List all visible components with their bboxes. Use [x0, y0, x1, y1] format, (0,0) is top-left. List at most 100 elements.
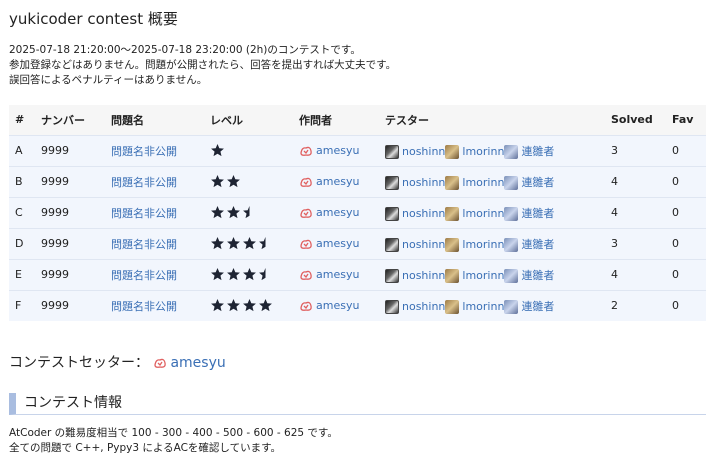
problem-id: E [15, 268, 22, 281]
page: yukicoder contest 概要 2025-07-18 21:20:00… [0, 9, 718, 456]
star-icon [211, 143, 224, 157]
tester-avatar [504, 237, 519, 252]
tester-link[interactable]: noshinn [402, 238, 445, 251]
problem-number: 9999 [41, 206, 69, 219]
col-header-solved: Solved [611, 113, 653, 127]
author-link[interactable]: amesyu [316, 175, 359, 188]
table-header-row: # ナンバー 問題名 レベル 作問者 テスター Solved Fav [9, 105, 706, 135]
tester-link[interactable]: noshinn [402, 145, 445, 158]
table-row: A 9999 問題名非公開 amesyu noshinn lmorinn 連雛者 3 0 [9, 135, 706, 166]
tester-avatar [445, 268, 460, 283]
tester-link[interactable]: lmorinn [462, 300, 504, 313]
level-stars [210, 174, 241, 189]
info-line: 誤回答によるペナルティーはありません。 [9, 74, 208, 86]
author-link[interactable]: amesyu [316, 237, 359, 250]
star-icon [211, 299, 224, 312]
setter-label: コンテストセッター： [9, 355, 149, 371]
star-icon [227, 205, 240, 219]
tester-avatar [385, 268, 399, 283]
tester-link[interactable]: lmorinn [462, 238, 504, 251]
tester-link[interactable]: noshinn [402, 300, 445, 313]
star-icon [227, 267, 240, 281]
tester-avatar [385, 237, 399, 252]
tester-link[interactable]: 連雛者 [521, 145, 554, 158]
problem-name-link[interactable]: 問題名非公開 [111, 238, 177, 251]
author-link[interactable]: amesyu [316, 206, 359, 219]
col-header-fav: Fav [672, 113, 694, 127]
problem-number: 9999 [41, 237, 69, 250]
half-star-icon [258, 267, 273, 282]
problem-name-link[interactable]: 問題名非公開 [111, 300, 177, 313]
tester-avatar [445, 237, 460, 252]
page-title: yukicoder contest 概要 [9, 10, 178, 28]
level-stars [210, 205, 257, 220]
problem-name-link[interactable]: 問題名非公開 [111, 145, 177, 158]
tester-link[interactable]: 連雛者 [521, 269, 554, 282]
author-link[interactable]: amesyu [316, 299, 359, 312]
problem-name-link[interactable]: 問題名非公開 [111, 176, 177, 189]
tester-avatar [445, 144, 460, 159]
solved-count: 4 [611, 268, 618, 281]
tester-avatar [504, 206, 519, 221]
tester-avatar [504, 175, 519, 190]
col-header-level: レベル [210, 113, 243, 127]
solved-count: 3 [611, 237, 618, 250]
problem-id: A [15, 144, 23, 157]
solved-count: 2 [611, 299, 618, 313]
fav-count: 0 [672, 144, 679, 157]
fav-count: 0 [672, 299, 679, 313]
col-header-name: 問題名 [111, 113, 144, 127]
tester-avatar [385, 175, 399, 190]
testers-cell: noshinn lmorinn 連雛者 [379, 166, 605, 197]
fav-count: 0 [672, 206, 679, 219]
info-line: 参加登録などはありません。問題が公開されたら、回答を提出すれば大丈夫です。 [9, 59, 397, 71]
problem-id: B [15, 175, 23, 188]
author-icon [299, 299, 313, 313]
tester-link[interactable]: noshinn [402, 176, 445, 189]
star-icon [211, 174, 224, 188]
level-stars [210, 236, 273, 251]
author-icon [299, 175, 313, 189]
author-link[interactable]: amesyu [316, 144, 359, 157]
info-line: 2025-07-18 21:20:00～2025-07-18 23:20:00 … [9, 44, 361, 56]
desc-line: AtCoder の難易度相当で 100 - 300 - 400 - 500 - … [9, 427, 338, 439]
tester-link[interactable]: lmorinn [462, 207, 504, 220]
tester-avatar [504, 268, 519, 283]
tester-link[interactable]: 連雛者 [521, 238, 554, 251]
star-icon [211, 236, 224, 250]
problem-name-link[interactable]: 問題名非公開 [111, 207, 177, 220]
tester-avatar [504, 144, 519, 159]
author-link[interactable]: amesyu [316, 268, 359, 281]
tester-avatar [385, 144, 399, 159]
problem-name-link[interactable]: 問題名非公開 [111, 269, 177, 282]
half-star-icon [258, 236, 273, 251]
level-stars [210, 143, 225, 158]
col-header-testers: テスター [385, 113, 429, 127]
testers-cell: noshinn lmorinn 連雛者 [379, 135, 605, 166]
tester-link[interactable]: lmorinn [462, 269, 504, 282]
star-icon [227, 236, 240, 250]
star-icon [227, 299, 240, 312]
author-icon [299, 237, 313, 251]
tester-link[interactable]: 連雛者 [521, 207, 554, 220]
star-icon [243, 236, 256, 250]
testers-cell: noshinn lmorinn 連雛者 [379, 259, 605, 290]
tester-link[interactable]: 連雛者 [521, 176, 554, 189]
star-icon [243, 299, 256, 312]
tester-link[interactable]: 連雛者 [521, 300, 554, 313]
table-row: D 9999 問題名非公開 amesyu noshinn lmorinn 連雛者 3 0 [9, 228, 706, 259]
problem-number: 9999 [41, 175, 69, 188]
tester-avatar [445, 299, 460, 314]
table-row: F 9999 問題名非公開 amesyu noshinn lmorinn 連雛者 2 0 [9, 290, 706, 321]
author-icon [299, 206, 313, 220]
star-icon [243, 267, 256, 281]
col-header-number: ナンバー [41, 113, 85, 127]
author-icon [153, 356, 167, 370]
tester-link[interactable]: lmorinn [462, 145, 504, 158]
setter-link[interactable]: amesyu [170, 355, 225, 371]
tester-link[interactable]: noshinn [402, 207, 445, 220]
contest-description: AtCoder の難易度相当で 100 - 300 - 400 - 500 - … [9, 426, 718, 456]
table-row: E 9999 問題名非公開 amesyu noshinn lmorinn 連雛者 4 0 [9, 259, 706, 290]
tester-link[interactable]: lmorinn [462, 176, 504, 189]
tester-link[interactable]: noshinn [402, 269, 445, 282]
